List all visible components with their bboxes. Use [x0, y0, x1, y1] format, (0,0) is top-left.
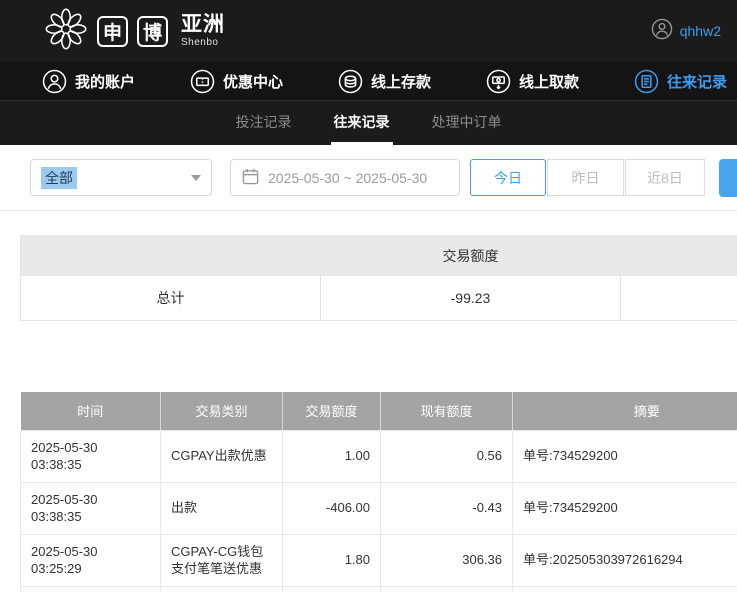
cell-summary: 单号:734529200: [513, 430, 737, 482]
logo-region-en: Shenbo: [181, 38, 225, 48]
nav-label: 我的账户: [75, 71, 135, 92]
cell-balance: 306.36: [381, 534, 513, 586]
tab-transaction-records[interactable]: 往来记录: [331, 101, 393, 145]
nav-item-deposit[interactable]: 线上存款: [338, 69, 431, 94]
avatar-icon: [651, 18, 673, 45]
table-row: 2025-05-30 03:25:29 CGPAY支付 300.00 304.5…: [21, 586, 737, 592]
cell-summary: 单号:734529200: [513, 482, 737, 534]
cell-type: 出款: [161, 482, 283, 534]
nav-item-promotions[interactable]: 优惠中心: [190, 69, 283, 94]
page: 申 博 亚洲 Shenbo qhhw2: [0, 0, 737, 592]
username[interactable]: qhhw2: [680, 23, 721, 39]
table-row: 2025-05-30 03:25:29 CGPAY-CG钱包支付笔笔送优惠 1.…: [21, 534, 737, 586]
tab-processing-orders[interactable]: 处理中订单: [429, 101, 505, 145]
cell-amount: -406.00: [283, 482, 381, 534]
flower-logo-icon: [44, 7, 88, 56]
cell-time: 2025-05-30 03:25:29: [21, 534, 161, 586]
search-button[interactable]: [719, 159, 737, 197]
col-header-summary: 摘要: [513, 392, 737, 430]
user-icon: [42, 69, 67, 94]
nav-item-records[interactable]: 往来记录: [634, 69, 727, 94]
nav-item-my-account[interactable]: 我的账户: [42, 69, 135, 94]
cell-amount: 1.80: [283, 534, 381, 586]
nav-item-withdraw[interactable]: 线上取款: [486, 69, 579, 94]
cell-balance: 304.56: [381, 586, 513, 592]
cell-amount: 300.00: [283, 586, 381, 592]
cell-balance: -0.43: [381, 482, 513, 534]
type-select[interactable]: 全部: [30, 159, 212, 196]
logo-region-cn: 亚洲: [181, 14, 225, 35]
last-8-days-button[interactable]: 近8日: [625, 159, 705, 196]
summary-header-row: 交易额度: [21, 236, 737, 276]
cell-type: CGPAY出款优惠: [161, 430, 283, 482]
table-row: 2025-05-30 03:38:35 出款 -406.00 -0.43 单号:…: [21, 482, 737, 534]
summary-total-value: -99.23: [321, 276, 621, 321]
nav-label: 线上取款: [519, 71, 579, 92]
nav-label: 往来记录: [667, 71, 727, 92]
cell-amount: 1.00: [283, 430, 381, 482]
cell-summary: 单号:202505303972616294: [513, 534, 737, 586]
col-header-balance: 现有额度: [381, 392, 513, 430]
filter-bar: 全部 2025-05-30 ~ 2025-05-30 今日 昨日 近8日: [0, 145, 737, 211]
summary-header-amount: 交易额度: [321, 236, 621, 276]
col-header-type: 交易类别: [161, 392, 283, 430]
gift-icon: [190, 69, 215, 94]
cell-type: CGPAY支付: [161, 586, 283, 592]
nav-label: 线上存款: [371, 71, 431, 92]
summary-header-empty: [21, 236, 321, 276]
date-range-input[interactable]: 2025-05-30 ~ 2025-05-30: [230, 159, 460, 196]
sub-nav: 投注记录 往来记录 处理中订单: [0, 100, 737, 145]
cell-type: CGPAY-CG钱包支付笔笔送优惠: [161, 534, 283, 586]
summary-empty-cell: [621, 276, 737, 321]
records-table: 时间 交易类别 交易额度 现有额度 摘要 2025-05-30 03:38:35…: [20, 392, 737, 592]
brand-logo[interactable]: 申 博 亚洲 Shenbo: [44, 7, 225, 56]
cell-time: 2025-05-30 03:38:35: [21, 430, 161, 482]
date-range-value: 2025-05-30 ~ 2025-05-30: [268, 170, 427, 186]
col-header-time: 时间: [21, 392, 161, 430]
account-menu[interactable]: qhhw2: [651, 18, 721, 45]
chevron-down-icon: [191, 175, 201, 181]
cell-summary: 单号:202505303972616294: [513, 586, 737, 592]
nav-label: 优惠中心: [223, 71, 283, 92]
cell-balance: 0.56: [381, 430, 513, 482]
summary-total-row: 总计 -99.23: [21, 276, 737, 321]
logo-char-shen: 申: [97, 16, 128, 47]
today-button[interactable]: 今日: [470, 159, 546, 196]
withdraw-icon: [486, 69, 511, 94]
main-nav: 我的账户 优惠中心 线上存款: [0, 62, 737, 100]
calendar-icon: [242, 168, 259, 188]
logo-region: 亚洲 Shenbo: [181, 14, 225, 48]
tab-betting-records[interactable]: 投注记录: [233, 101, 295, 145]
yesterday-button[interactable]: 昨日: [547, 159, 624, 196]
top-header: 申 博 亚洲 Shenbo qhhw2: [0, 0, 737, 62]
logo-char-bo: 博: [137, 16, 168, 47]
table-row: 2025-05-30 03:38:35 CGPAY出款优惠 1.00 0.56 …: [21, 430, 737, 482]
records-icon: [634, 69, 659, 94]
cell-time: 2025-05-30 03:25:29: [21, 586, 161, 592]
col-header-amount: 交易额度: [283, 392, 381, 430]
cell-time: 2025-05-30 03:38:35: [21, 482, 161, 534]
summary-total-label: 总计: [21, 276, 321, 321]
type-select-value: 全部: [41, 167, 77, 189]
deposit-icon: [338, 69, 363, 94]
summary-table: 交易额度 总计 -99.23: [20, 235, 737, 321]
records-header-row: 时间 交易类别 交易额度 现有额度 摘要: [21, 392, 737, 430]
summary-header-empty: [621, 236, 737, 276]
